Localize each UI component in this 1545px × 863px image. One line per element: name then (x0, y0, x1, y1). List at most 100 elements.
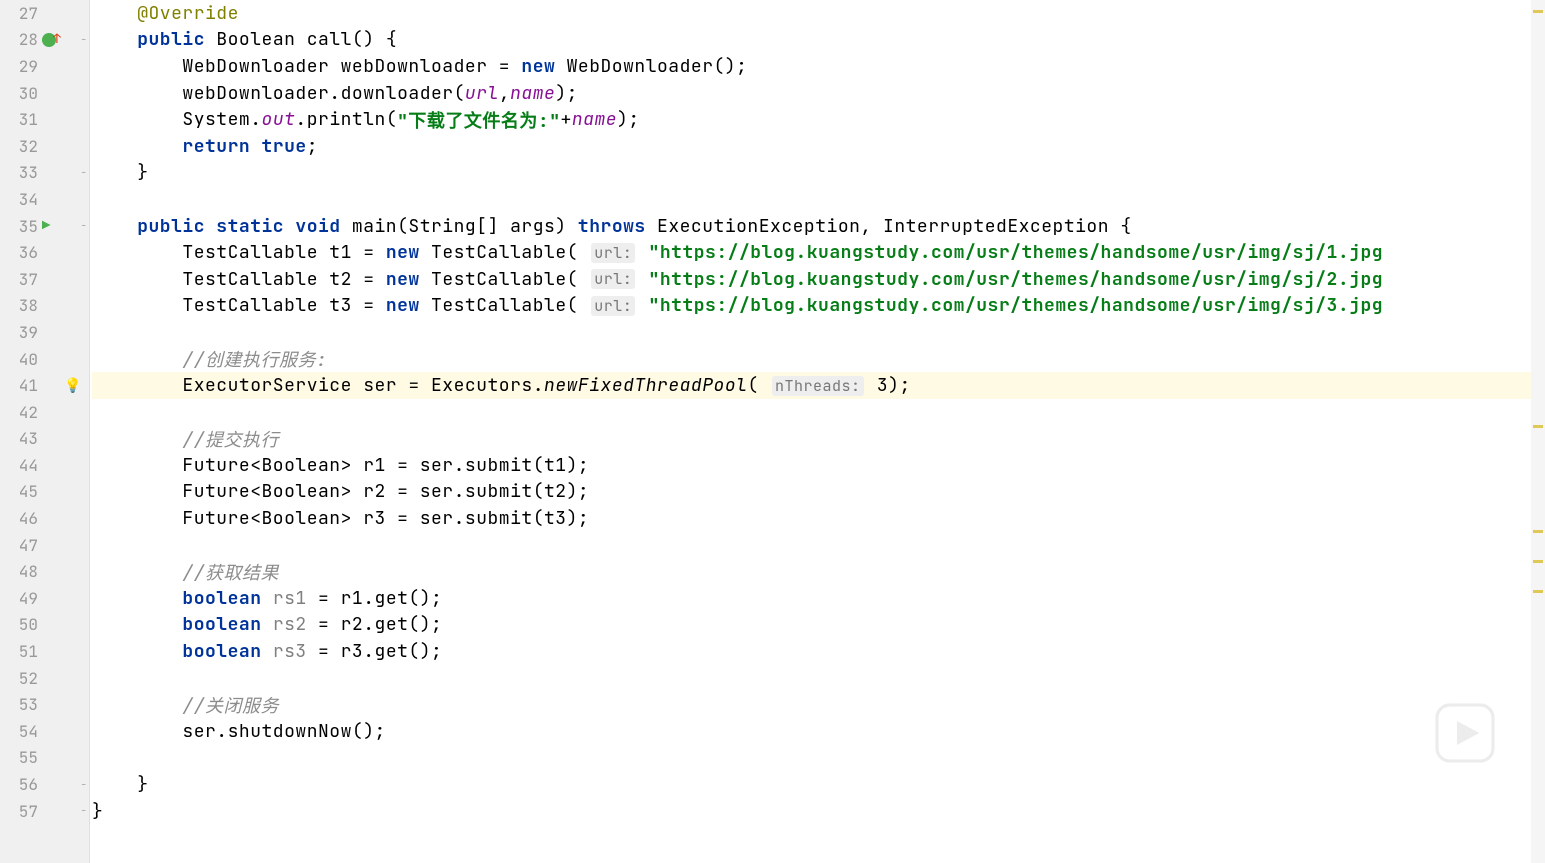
code-line[interactable] (92, 665, 1545, 692)
gutter-row: 51 (0, 638, 89, 665)
gutter-row: 47 (0, 532, 89, 559)
line-number: 45 (0, 481, 38, 502)
code-line[interactable]: ExecutorService ser = Executors.newFixed… (92, 372, 1545, 399)
code-token: = r3.get(); (307, 640, 443, 663)
code-token: ExecutorService ser = Executors. (182, 374, 544, 397)
code-line[interactable]: TestCallable t1 = new TestCallable( url:… (92, 239, 1545, 266)
gutter-row: 54 (0, 718, 89, 745)
code-line[interactable]: Future<Boolean> r3 = ser.submit(t3); (92, 505, 1545, 532)
code-line[interactable]: boolean rs3 = r3.get(); (92, 638, 1545, 665)
code-token: //提交执行 (182, 426, 279, 452)
line-number: 46 (0, 508, 38, 529)
code-area[interactable]: @Override public Boolean call() { WebDow… (90, 0, 1545, 863)
line-number: 39 (0, 322, 38, 343)
line-number: 54 (0, 721, 38, 742)
code-token: = r2.get(); (307, 613, 443, 636)
code-line[interactable]: Future<Boolean> r1 = ser.submit(t1); (92, 452, 1545, 479)
code-line[interactable]: TestCallable t3 = new TestCallable( url:… (92, 293, 1545, 320)
gutter-row: 49 (0, 585, 89, 612)
code-token: ser.shutdownNow(); (182, 720, 385, 743)
code-line[interactable]: public Boolean call() { (92, 27, 1545, 54)
intention-bulb-icon[interactable]: 💡 (64, 377, 81, 395)
scroll-marker[interactable] (1533, 590, 1543, 593)
code-token (637, 294, 648, 317)
scrollbar-vertical[interactable] (1531, 0, 1545, 863)
code-line[interactable]: } (92, 160, 1545, 187)
code-line[interactable]: return true; (92, 133, 1545, 160)
code-token: System. (182, 108, 261, 131)
gutter-row: 41💡 (0, 372, 89, 399)
gutter-row: 30 (0, 80, 89, 107)
gutter-row: 57− (0, 798, 89, 825)
code-line[interactable] (92, 186, 1545, 213)
code-token: name (572, 108, 617, 131)
code-token: new (386, 241, 420, 264)
code-token: Future<Boolean> r2 = ser.submit(t2); (182, 480, 589, 503)
code-token: new (386, 294, 420, 317)
scroll-marker[interactable] (1533, 10, 1543, 13)
code-token: Future<Boolean> r1 = ser.submit(t1); (182, 454, 589, 477)
code-token: Future<Boolean> r3 = ser.submit(t3); (182, 507, 589, 530)
code-line[interactable]: webDownloader.downloader(url,name); (92, 80, 1545, 107)
code-line[interactable]: Future<Boolean> r2 = ser.submit(t2); (92, 479, 1545, 506)
line-number: 47 (0, 535, 38, 556)
code-token: "https://blog.kuangstudy.com/usr/themes/… (649, 241, 1384, 264)
code-line[interactable]: } (92, 771, 1545, 798)
code-token: ); (555, 82, 578, 105)
code-line[interactable]: //创建执行服务: (92, 346, 1545, 373)
code-token: TestCallable t2 = (182, 268, 385, 291)
code-line[interactable]: @Override (92, 0, 1545, 27)
code-editor: 2728−2930313233−3435▶−363738394041💡42434… (0, 0, 1545, 863)
fold-icon[interactable]: − (80, 778, 87, 792)
code-token: Boolean call() { (205, 28, 397, 51)
code-line[interactable] (92, 745, 1545, 772)
code-line[interactable]: //获取结果 (92, 558, 1545, 585)
gutter-row: 36 (0, 239, 89, 266)
line-number: 50 (0, 614, 38, 635)
code-line[interactable] (92, 532, 1545, 559)
code-token: TestCallable( (420, 241, 590, 264)
code-line[interactable]: //关闭服务 (92, 691, 1545, 718)
code-token: TestCallable( (420, 268, 590, 291)
code-token: ); (617, 108, 640, 131)
line-number: 33 (0, 162, 38, 183)
code-line[interactable]: TestCallable t2 = new TestCallable( url:… (92, 266, 1545, 293)
scroll-marker[interactable] (1533, 425, 1543, 428)
run-icon[interactable]: ▶ (42, 217, 50, 235)
code-line[interactable] (92, 319, 1545, 346)
code-line[interactable]: System.out.println("下载了文件名为:"+name); (92, 106, 1545, 133)
gutter-row: 38 (0, 293, 89, 320)
gutter-row: 43 (0, 426, 89, 453)
code-line[interactable]: boolean rs2 = r2.get(); (92, 612, 1545, 639)
gutter-row: 50 (0, 612, 89, 639)
fold-icon[interactable]: − (80, 166, 87, 180)
gutter-row: 32 (0, 133, 89, 160)
code-line[interactable]: } (92, 798, 1545, 825)
scroll-marker[interactable] (1533, 530, 1543, 533)
fold-icon[interactable]: − (80, 219, 87, 233)
line-number: 37 (0, 269, 38, 290)
line-number: 42 (0, 402, 38, 423)
code-line[interactable]: WebDownloader webDownloader = new WebDow… (92, 53, 1545, 80)
line-number: 56 (0, 774, 38, 795)
code-token: rs3 (273, 640, 307, 663)
gutter-row: 34 (0, 186, 89, 213)
override-icon[interactable] (42, 33, 56, 47)
scroll-marker[interactable] (1533, 560, 1543, 563)
fold-icon[interactable]: − (80, 804, 87, 818)
code-token: url: (591, 296, 635, 316)
code-line[interactable]: //提交执行 (92, 426, 1545, 453)
code-line[interactable]: boolean rs1 = r1.get(); (92, 585, 1545, 612)
code-line[interactable]: public static void main(String[] args) t… (92, 213, 1545, 240)
code-line[interactable] (92, 399, 1545, 426)
line-number: 38 (0, 295, 38, 316)
gutter-row: 37 (0, 266, 89, 293)
watermark-logo (1425, 693, 1505, 773)
fold-icon[interactable]: − (80, 33, 87, 47)
line-number: 32 (0, 136, 38, 157)
gutter-row: 27 (0, 0, 89, 27)
code-token (262, 640, 273, 663)
code-line[interactable]: ser.shutdownNow(); (92, 718, 1545, 745)
code-token: ; (307, 135, 318, 158)
line-number: 52 (0, 668, 38, 689)
